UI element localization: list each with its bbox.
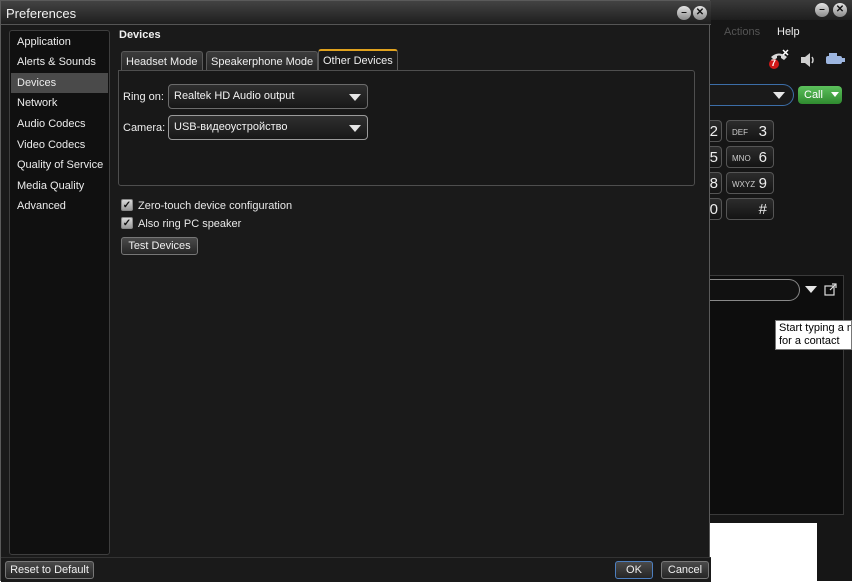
- category-nav: Application Alerts & Sounds Devices Netw…: [9, 30, 110, 555]
- ring-on-value: Realtek HD Audio output: [174, 90, 295, 102]
- tooltip-line-2: for a contact: [779, 335, 840, 347]
- also-ring-label: Also ring PC speaker: [138, 218, 242, 230]
- dialog-footer: Reset to Default OK Cancel: [1, 557, 711, 582]
- tab-headset-mode[interactable]: Headset Mode: [121, 51, 203, 71]
- nav-item-alerts-sounds[interactable]: Alerts & Sounds: [11, 52, 108, 72]
- nav-item-devices[interactable]: Devices: [11, 73, 108, 93]
- close-icon[interactable]: ✕: [833, 3, 847, 17]
- key-number: #: [758, 201, 767, 218]
- nav-item-video-codecs[interactable]: Video Codecs: [11, 135, 108, 155]
- background-window-bottom: [817, 523, 852, 581]
- background-titlebar: – ✕: [700, 0, 852, 20]
- dialog-title: Preferences: [6, 6, 77, 21]
- keypad-key-3[interactable]: DEF 3: [726, 120, 774, 142]
- key-number: 8: [709, 175, 718, 192]
- chevron-down-icon: [349, 125, 361, 132]
- menu-actions[interactable]: Actions: [724, 26, 760, 38]
- minimize-icon[interactable]: –: [815, 3, 829, 17]
- missed-call-icon[interactable]: 7: [768, 48, 790, 70]
- ok-button[interactable]: OK: [615, 561, 653, 579]
- camera-select[interactable]: USB-видеоустройство: [168, 115, 368, 140]
- dial-number-input[interactable]: [700, 84, 794, 106]
- contacts-panel: [708, 275, 844, 515]
- key-letters: DEF: [732, 128, 748, 137]
- close-icon[interactable]: ✕: [693, 6, 707, 20]
- headset-icon[interactable]: [824, 51, 846, 69]
- zero-touch-checkbox[interactable]: ✓: [121, 199, 133, 211]
- contacts-tooltip: Start typing a n for a contact: [775, 320, 852, 350]
- key-number: 2: [709, 123, 718, 140]
- minimize-icon[interactable]: –: [677, 6, 691, 20]
- ring-on-label: Ring on:: [123, 91, 164, 103]
- background-toolbar: 7: [710, 46, 852, 76]
- checkmark-icon: ✓: [122, 200, 132, 211]
- nav-item-quality-of-service[interactable]: Quality of Service: [11, 155, 108, 175]
- camera-value: USB-видеоустройство: [174, 121, 288, 133]
- key-number: 3: [758, 123, 767, 140]
- popout-icon[interactable]: [824, 283, 837, 296]
- key-number: 6: [758, 149, 767, 166]
- menu-help[interactable]: Help: [777, 26, 800, 38]
- nav-item-network[interactable]: Network: [11, 93, 108, 113]
- dialog-titlebar[interactable]: Preferences – ✕: [1, 1, 711, 25]
- section-title: Devices: [119, 29, 161, 41]
- keypad-key-hash[interactable]: #: [726, 198, 774, 220]
- also-ring-checkbox[interactable]: ✓: [121, 217, 133, 229]
- chevron-down-icon[interactable]: [773, 92, 785, 99]
- key-number: 5: [709, 149, 718, 166]
- call-button[interactable]: Call: [798, 86, 842, 104]
- speaker-icon[interactable]: [798, 50, 818, 70]
- nav-item-advanced[interactable]: Advanced: [11, 196, 108, 216]
- chevron-down-icon[interactable]: [805, 286, 817, 293]
- key-letters: WXYZ: [732, 180, 756, 189]
- key-letters: MNO: [732, 154, 751, 163]
- chevron-down-icon: [349, 94, 361, 101]
- missed-count: 7: [771, 58, 777, 68]
- desktop-area: [710, 523, 817, 581]
- preferences-dialog: Preferences – ✕ Application Alerts & Sou…: [0, 0, 711, 582]
- contacts-search-input[interactable]: [700, 279, 800, 301]
- key-number: 9: [758, 175, 767, 192]
- camera-label: Camera:: [123, 122, 166, 134]
- key-number: 0: [709, 201, 718, 218]
- other-devices-panel: Ring on: Realtek HD Audio output Camera:…: [118, 70, 695, 186]
- nav-item-application[interactable]: Application: [11, 32, 108, 52]
- tab-other-devices[interactable]: Other Devices: [318, 49, 398, 70]
- chevron-down-icon[interactable]: [831, 92, 839, 97]
- tooltip-line-1: Start typing a n: [779, 322, 852, 334]
- checkmark-icon: ✓: [122, 218, 132, 229]
- tab-speakerphone-mode[interactable]: Speakerphone Mode: [206, 51, 319, 71]
- reset-to-default-button[interactable]: Reset to Default: [5, 561, 94, 579]
- keypad-key-6[interactable]: MNO 6: [726, 146, 774, 168]
- background-menubar: Actions Help: [710, 24, 852, 42]
- cancel-button[interactable]: Cancel: [661, 561, 709, 579]
- nav-item-audio-codecs[interactable]: Audio Codecs: [11, 114, 108, 134]
- call-button-label: Call: [804, 89, 823, 101]
- nav-item-media-quality[interactable]: Media Quality: [11, 176, 108, 196]
- test-devices-button[interactable]: Test Devices: [121, 237, 198, 255]
- ring-on-select[interactable]: Realtek HD Audio output: [168, 84, 368, 109]
- zero-touch-label: Zero-touch device configuration: [138, 200, 293, 212]
- keypad-key-9[interactable]: WXYZ 9: [726, 172, 774, 194]
